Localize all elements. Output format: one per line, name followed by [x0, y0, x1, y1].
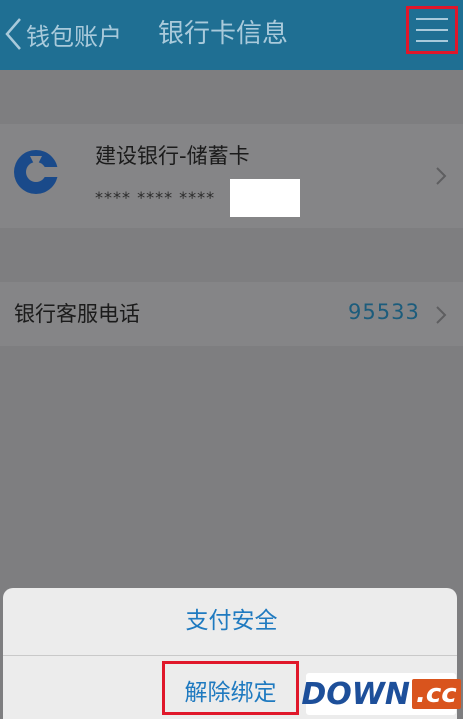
menu-line — [416, 29, 448, 31]
menu-line — [416, 18, 448, 20]
card-number: **** **** **** — [95, 188, 216, 207]
back-button[interactable]: 钱包账户 — [4, 14, 122, 54]
watermark-part1: DOWN — [301, 676, 410, 712]
nav-bar: 钱包账户 银行卡信息 — [0, 0, 463, 70]
chevron-right-icon — [436, 167, 447, 185]
hamburger-menu-icon[interactable] — [406, 6, 458, 54]
chevron-left-icon — [5, 18, 21, 50]
payment-security-button[interactable]: 支付安全 — [0, 601, 463, 635]
menu-line — [416, 40, 448, 42]
bank-name: 建设银行-储蓄卡 — [95, 144, 250, 168]
watermark-logo: DOWN .cc — [301, 673, 461, 715]
card-number-redaction — [230, 179, 300, 217]
action-sheet-divider — [3, 655, 457, 656]
back-label: 钱包账户 — [26, 22, 122, 51]
watermark-part2: .cc — [411, 679, 461, 709]
ccb-bank-logo — [14, 150, 60, 194]
chevron-right-icon — [436, 306, 447, 324]
service-phone-value: 95533 — [348, 300, 420, 324]
page-title: 银行卡信息 — [158, 19, 289, 49]
unbind-button[interactable]: 解除绑定 — [162, 673, 299, 707]
service-phone-label: 银行客服电话 — [14, 302, 140, 326]
